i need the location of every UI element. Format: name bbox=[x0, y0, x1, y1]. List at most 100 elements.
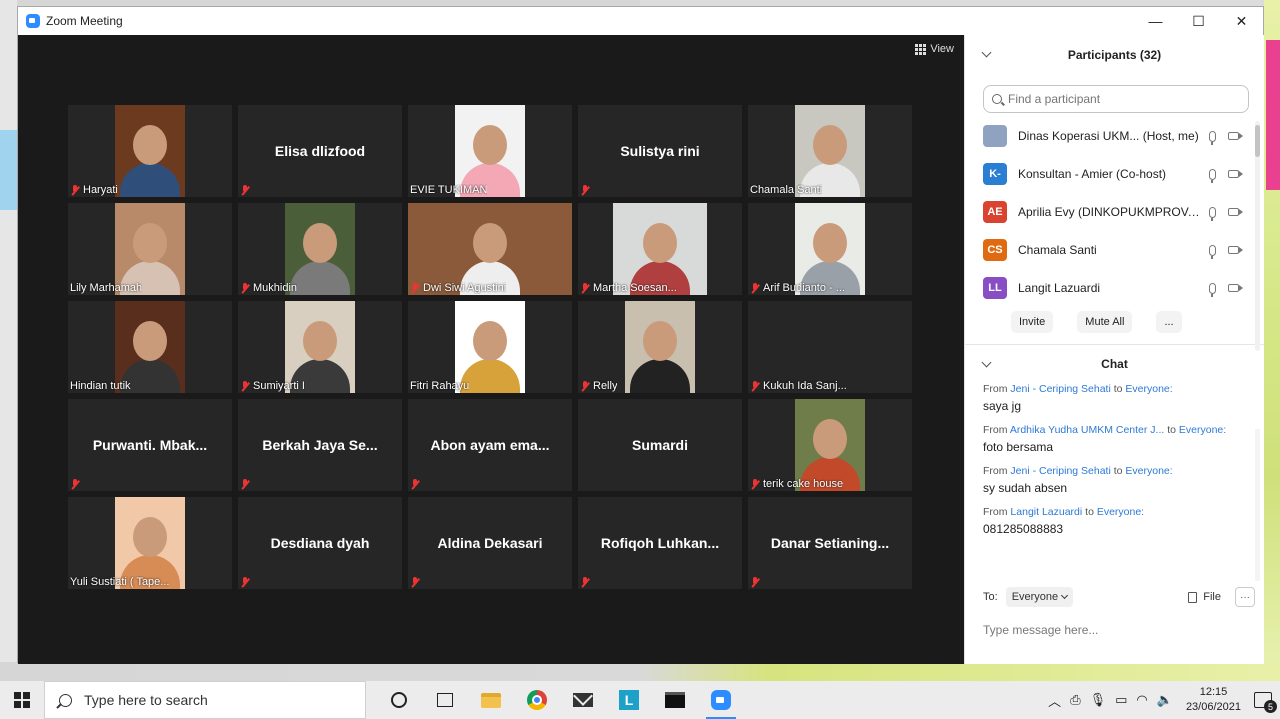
chat-message-input[interactable]: Type message here... bbox=[983, 623, 1098, 637]
microphone-icon[interactable] bbox=[1209, 168, 1216, 183]
title-bar[interactable]: Zoom Meeting — ☐ ✕ bbox=[18, 7, 1263, 35]
participant-tile[interactable]: Sumiyarti I bbox=[238, 301, 402, 393]
chevron-up-icon[interactable]: ︿ bbox=[1048, 691, 1061, 710]
participant-tile[interactable]: Dwi Siwi Agustini bbox=[408, 203, 572, 295]
participant-tile[interactable]: Sulistya rini bbox=[578, 105, 742, 197]
sender-name[interactable]: Ardhika Yudha UMKM Center J... bbox=[1010, 424, 1164, 436]
participant-name: Berkah Jaya Se... bbox=[262, 437, 378, 453]
participant-tile[interactable]: Mukhidin bbox=[238, 203, 402, 295]
collapse-chevron-icon[interactable] bbox=[981, 357, 992, 368]
sender-name[interactable]: Langit Lazuardi bbox=[1010, 506, 1082, 518]
window-title: Zoom Meeting bbox=[46, 14, 123, 28]
chrome-button[interactable] bbox=[514, 681, 560, 719]
participant-tile[interactable]: Elisa dlizfood bbox=[238, 105, 402, 197]
file-icon bbox=[1188, 591, 1198, 603]
camera-icon[interactable] bbox=[1228, 284, 1239, 292]
participant-name-label: Chamala Santi bbox=[750, 184, 822, 196]
participant-tile[interactable]: EVIE TUKIMAN bbox=[408, 105, 572, 197]
microphone-icon[interactable] bbox=[1209, 244, 1216, 259]
participant-tile[interactable]: Rofiqoh Luhkan... bbox=[578, 497, 742, 589]
volume-icon[interactable]: 🔈 bbox=[1157, 692, 1173, 708]
participant-tile[interactable]: Purwanti. Mbak... bbox=[68, 399, 232, 491]
wifi-icon[interactable]: ◠ bbox=[1136, 692, 1147, 708]
collapse-chevron-icon[interactable] bbox=[981, 47, 992, 58]
participant-row[interactable]: Dinas Koperasi UKM... (Host, me) bbox=[965, 117, 1264, 155]
terminal-button[interactable] bbox=[652, 681, 698, 719]
participant-search[interactable] bbox=[983, 85, 1249, 113]
clock[interactable]: 12:15 23/06/2021 bbox=[1186, 685, 1241, 715]
recipient-name[interactable]: Everyone: bbox=[1097, 506, 1144, 518]
participant-scrollbar[interactable] bbox=[1255, 121, 1260, 351]
participant-tile[interactable]: Chamala Santi bbox=[748, 105, 912, 197]
file-button[interactable]: File bbox=[1188, 591, 1221, 603]
people-icon[interactable]: ⎙ bbox=[1070, 692, 1080, 708]
participant-row[interactable]: K- Konsultan - Amier (Co-host) bbox=[965, 155, 1264, 193]
notification-icon[interactable]: 5 bbox=[1254, 692, 1277, 713]
participant-name: Relly bbox=[593, 380, 618, 392]
more-options-button[interactable]: ... bbox=[1156, 311, 1182, 333]
participant-tile[interactable]: Berkah Jaya Se... bbox=[238, 399, 402, 491]
battery-icon[interactable]: ▭ bbox=[1115, 692, 1127, 708]
participant-tile[interactable]: terik cake house bbox=[748, 399, 912, 491]
file-explorer-button[interactable] bbox=[468, 681, 514, 719]
participant-tile[interactable]: Abon ayam ema... bbox=[408, 399, 572, 491]
chat-messages: From Jeni - Ceriping Sehati to Everyone:… bbox=[965, 383, 1264, 573]
l-app-button[interactable]: L bbox=[606, 681, 652, 719]
participant-row[interactable]: LL Langit Lazuardi bbox=[965, 269, 1264, 307]
from-prefix: From bbox=[983, 465, 1011, 477]
invite-button[interactable]: Invite bbox=[1011, 311, 1054, 333]
camera-icon[interactable] bbox=[1228, 132, 1239, 140]
start-button[interactable] bbox=[0, 681, 44, 719]
minimize-button[interactable]: — bbox=[1134, 7, 1177, 35]
recipient-name[interactable]: Everyone: bbox=[1125, 383, 1172, 395]
maximize-button[interactable]: ☐ bbox=[1177, 7, 1220, 35]
chat-more-button[interactable]: ··· bbox=[1235, 587, 1255, 607]
recipient-name[interactable]: Everyone: bbox=[1179, 424, 1226, 436]
participant-name-label: Kukuh Ida Sanj... bbox=[750, 380, 847, 392]
participant-tile[interactable]: Hindian tutik bbox=[68, 301, 232, 393]
participant-tile[interactable]: Desdiana dyah bbox=[238, 497, 402, 589]
taskbar-search[interactable]: Type here to search bbox=[44, 681, 366, 719]
sender-name[interactable]: Jeni - Ceriping Sehati bbox=[1010, 383, 1110, 395]
participant-tile[interactable]: Kukuh Ida Sanj... bbox=[748, 301, 912, 393]
recipient-name[interactable]: Everyone: bbox=[1125, 465, 1172, 477]
close-button[interactable]: ✕ bbox=[1220, 7, 1263, 35]
participant-name-label bbox=[240, 185, 250, 196]
participant-search-input[interactable] bbox=[1008, 92, 1228, 106]
participant-tile[interactable]: Lily Marhamah bbox=[68, 203, 232, 295]
participant-tile[interactable]: Aldina Dekasari bbox=[408, 497, 572, 589]
camera-icon[interactable] bbox=[1228, 208, 1239, 216]
participant-tile[interactable]: Arif Budianto - ... bbox=[748, 203, 912, 295]
cortana-button[interactable] bbox=[376, 681, 422, 719]
microphone-icon[interactable] bbox=[1209, 282, 1216, 297]
mail-button[interactable] bbox=[560, 681, 606, 719]
participant-tile[interactable]: Martha Soesan... bbox=[578, 203, 742, 295]
zoom-taskbar-button[interactable] bbox=[698, 681, 744, 719]
participant-row[interactable]: CS Chamala Santi bbox=[965, 231, 1264, 269]
participant-row[interactable]: AE Aprilia Evy (DINKOPUKMPROV.J... bbox=[965, 193, 1264, 231]
desktop-background-left bbox=[0, 0, 17, 681]
sender-name[interactable]: Jeni - Ceriping Sehati bbox=[1010, 465, 1110, 477]
task-view-button[interactable] bbox=[422, 681, 468, 719]
chat-recipient-row: To: Everyone File ··· bbox=[983, 587, 1255, 607]
chat-scrollbar[interactable] bbox=[1255, 429, 1260, 581]
task-view-icon bbox=[437, 693, 453, 707]
camera-icon[interactable] bbox=[1228, 170, 1239, 178]
participant-tile[interactable]: Yuli Sustiati ( Tape... bbox=[68, 497, 232, 589]
muted-mic-icon bbox=[240, 479, 250, 490]
recipient-select[interactable]: Everyone bbox=[1005, 587, 1074, 607]
participant-name: Mukhidin bbox=[253, 282, 298, 294]
participant-tile[interactable]: Relly bbox=[578, 301, 742, 393]
microphone-icon[interactable]: 🎙 bbox=[1090, 692, 1107, 708]
microphone-icon[interactable] bbox=[1209, 130, 1216, 145]
mute-all-button[interactable]: Mute All bbox=[1077, 311, 1133, 333]
participant-name: Fitri Rahayu bbox=[410, 380, 470, 392]
participant-tile[interactable]: Danar Setianing... bbox=[748, 497, 912, 589]
participant-tile[interactable]: Sumardi bbox=[578, 399, 742, 491]
microphone-icon[interactable] bbox=[1209, 206, 1216, 221]
muted-mic-icon bbox=[240, 380, 250, 392]
participant-tile[interactable]: Haryati bbox=[68, 105, 232, 197]
camera-icon[interactable] bbox=[1228, 246, 1239, 254]
view-button[interactable]: View bbox=[915, 43, 954, 55]
participant-tile[interactable]: Fitri Rahayu bbox=[408, 301, 572, 393]
